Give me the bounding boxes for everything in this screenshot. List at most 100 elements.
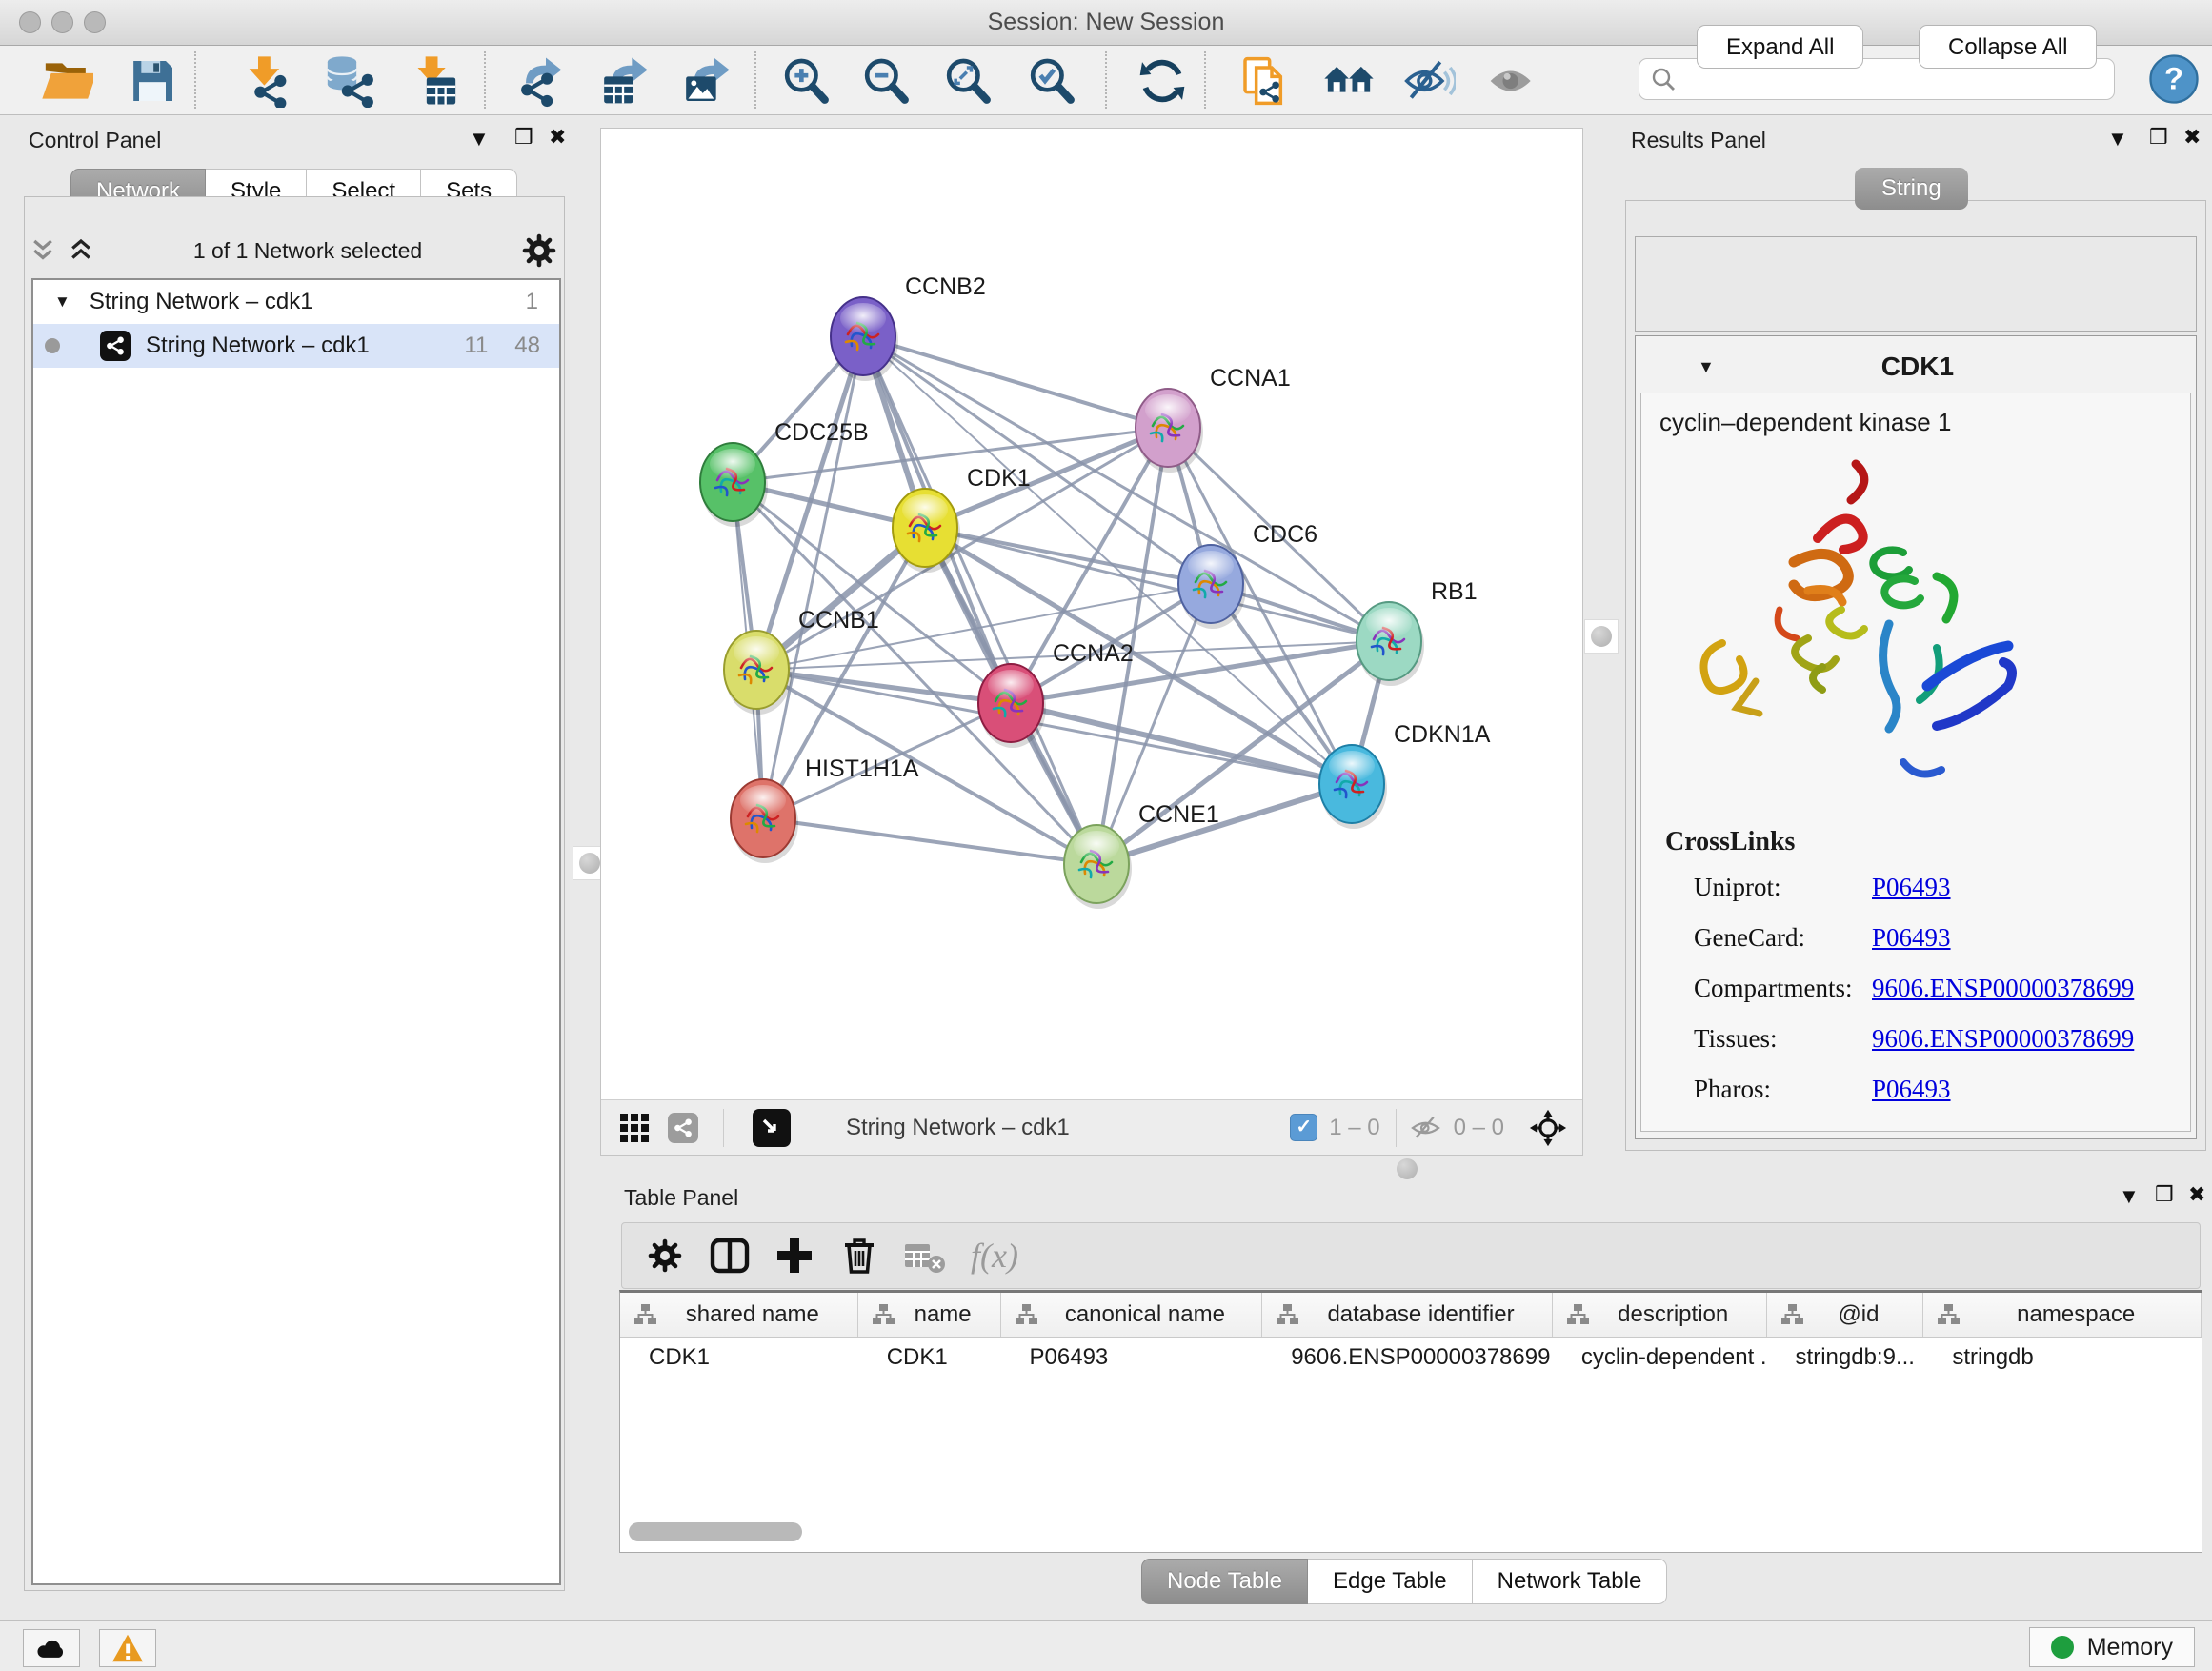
collapse-all-icon[interactable]: [29, 236, 57, 265]
help-icon[interactable]: ?: [2147, 52, 2201, 106]
network-options-gear-icon[interactable]: [520, 232, 558, 270]
network-node[interactable]: [1136, 389, 1203, 473]
bottom-splitter-handle[interactable]: [1397, 1158, 1418, 1179]
zoom-fit-icon[interactable]: [941, 54, 995, 108]
tab-edge-table[interactable]: Edge Table: [1308, 1559, 1473, 1604]
table-cell[interactable]: CDK1: [620, 1344, 858, 1371]
table-options-gear-icon[interactable]: [643, 1234, 687, 1278]
tab-network-table[interactable]: Network Table: [1473, 1559, 1668, 1604]
copy-network-style-icon[interactable]: [1238, 54, 1292, 108]
right-splitter-handle[interactable]: [1584, 619, 1619, 654]
network-node[interactable]: [1357, 602, 1424, 686]
cloud-status-button[interactable]: [23, 1629, 80, 1667]
network-row[interactable]: String Network – cdk1 11 48: [33, 324, 559, 368]
table-column-header[interactable]: name: [858, 1293, 1001, 1337]
table-cell[interactable]: stringdb: [1923, 1344, 2202, 1371]
collection-disclosure-icon[interactable]: ▼: [54, 292, 70, 312]
export-table-icon[interactable]: [596, 54, 650, 108]
open-session-icon[interactable]: [40, 54, 93, 108]
network-edge[interactable]: [1011, 703, 1352, 784]
close-panel-icon[interactable]: ✖: [549, 125, 566, 150]
results-panel-title: Results Panel: [1631, 128, 1766, 153]
network-node[interactable]: [724, 631, 792, 715]
refresh-icon[interactable]: [1136, 54, 1189, 108]
zoom-selected-icon[interactable]: [1025, 54, 1078, 108]
table-column-header[interactable]: shared name: [620, 1293, 858, 1337]
network-node[interactable]: [978, 664, 1046, 748]
crosslink-link[interactable]: P06493: [1872, 923, 1951, 953]
maximize-panel-icon[interactable]: ❒: [2155, 1182, 2174, 1207]
network-node[interactable]: [731, 779, 798, 863]
selected-nodes-checkbox[interactable]: ✓: [1290, 1114, 1317, 1141]
tab-string[interactable]: String: [1855, 168, 1968, 210]
delete-table-icon: [902, 1234, 946, 1278]
maximize-panel-icon[interactable]: ❒: [514, 125, 533, 150]
zoom-out-icon[interactable]: [859, 54, 913, 108]
export-network-icon[interactable]: [513, 54, 566, 108]
import-network-from-database-icon[interactable]: [322, 54, 375, 108]
network-node[interactable]: [1319, 745, 1387, 829]
open-in-browser-icon[interactable]: [753, 1109, 791, 1147]
import-table-from-file-icon[interactable]: [408, 54, 461, 108]
close-panel-icon[interactable]: ✖: [2183, 125, 2201, 150]
search-input[interactable]: [1683, 66, 2114, 92]
tab-node-table[interactable]: Node Table: [1141, 1559, 1308, 1604]
network-edge[interactable]: [863, 336, 1168, 428]
save-session-icon[interactable]: [126, 54, 179, 108]
table-cell[interactable]: 9606.ENSP00000378699: [1262, 1344, 1553, 1371]
warning-status-button[interactable]: [99, 1629, 156, 1667]
table-cell[interactable]: cyclin-dependent ...: [1553, 1344, 1767, 1371]
scrollbar-thumb[interactable]: [629, 1522, 802, 1541]
table-column-header[interactable]: database identifier: [1262, 1293, 1553, 1337]
export-image-icon[interactable]: [678, 54, 732, 108]
network-canvas[interactable]: CCNB2CCNA1CDC25BCDK1CDC6RB1CCNB1CCNA2CDK…: [601, 129, 1582, 1100]
network-edge[interactable]: [763, 336, 863, 818]
crosslink-link[interactable]: P06493: [1872, 1075, 1951, 1104]
toolbar-separator: [484, 51, 486, 109]
float-panel-icon[interactable]: ▼: [2107, 127, 2128, 151]
first-neighbors-icon[interactable]: [1322, 54, 1376, 108]
crosslink-link[interactable]: P06493: [1872, 873, 1951, 902]
table-column-header[interactable]: namespace: [1923, 1293, 2202, 1337]
close-panel-icon[interactable]: ✖: [2188, 1182, 2205, 1207]
float-panel-icon[interactable]: ▼: [2119, 1184, 2140, 1209]
add-column-icon[interactable]: [773, 1234, 816, 1278]
birdseye-view-icon[interactable]: [1529, 1109, 1567, 1147]
network-node[interactable]: [1064, 825, 1132, 909]
expand-all-icon[interactable]: [67, 236, 95, 265]
import-network-from-file-icon[interactable]: [238, 54, 292, 108]
zoom-in-icon[interactable]: [779, 54, 833, 108]
network-collection-row[interactable]: ▼ String Network – cdk1 1: [33, 280, 559, 324]
network-node[interactable]: [831, 297, 898, 381]
table-column-header[interactable]: @id: [1767, 1293, 1924, 1337]
table-cell[interactable]: stringdb:9...: [1767, 1344, 1924, 1371]
memory-button[interactable]: Memory: [2029, 1627, 2195, 1667]
network-edge[interactable]: [863, 336, 1096, 864]
show-columns-icon[interactable]: [708, 1234, 752, 1278]
show-all-icon[interactable]: [1486, 54, 1539, 108]
network-edge[interactable]: [1096, 784, 1352, 864]
network-edge[interactable]: [763, 818, 1096, 864]
table-column-header[interactable]: canonical name: [1001, 1293, 1263, 1337]
float-panel-icon[interactable]: ▼: [469, 127, 490, 151]
crosslink-link[interactable]: 9606.ENSP00000378699: [1872, 974, 2134, 1003]
table-row[interactable]: CDK1CDK1P064939606.ENSP00000378699cyclin…: [620, 1338, 2202, 1378]
grid-view-icon[interactable]: [618, 1112, 651, 1144]
collapse-all-button[interactable]: Collapse All: [1919, 25, 2097, 69]
network-share-view-icon[interactable]: [668, 1113, 698, 1143]
crosslink-link[interactable]: 9606.ENSP00000378699: [1872, 1024, 2134, 1054]
gene-disclosure-icon[interactable]: ▼: [1698, 357, 1715, 377]
control-panel-title: Control Panel: [29, 128, 161, 153]
table-cell[interactable]: CDK1: [858, 1344, 1001, 1371]
expand-all-button[interactable]: Expand All: [1697, 25, 1863, 69]
network-edge[interactable]: [756, 670, 1011, 703]
maximize-panel-icon[interactable]: ❒: [2149, 125, 2168, 150]
table-column-header[interactable]: description: [1553, 1293, 1767, 1337]
table-cell[interactable]: P06493: [1001, 1344, 1263, 1371]
hide-selected-icon[interactable]: [1402, 54, 1456, 108]
crosslink-label: Pharos:: [1694, 1075, 1771, 1104]
table-horizontal-scrollbar[interactable]: [621, 1522, 2199, 1543]
network-node[interactable]: [893, 489, 960, 573]
network-edge[interactable]: [863, 336, 1389, 641]
delete-column-icon[interactable]: [837, 1234, 881, 1278]
